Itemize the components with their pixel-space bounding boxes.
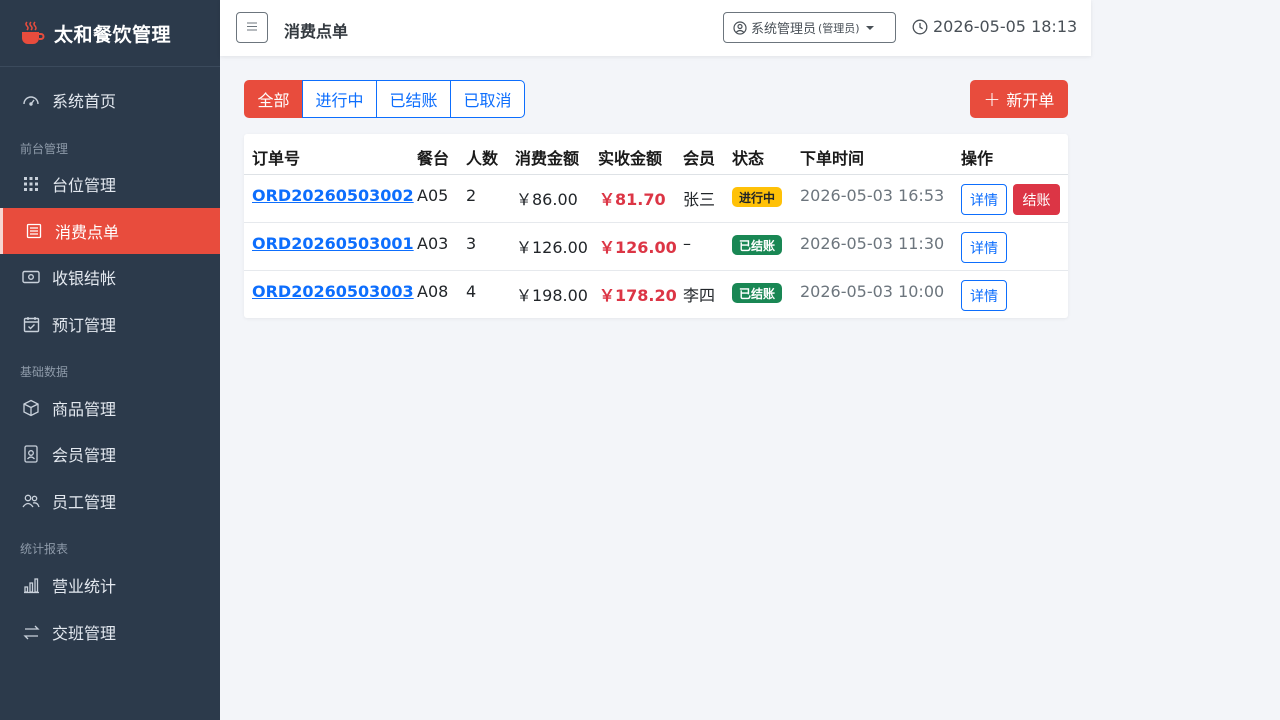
sidebar-item-members[interactable]: 会员管理	[0, 431, 220, 477]
column-header: 人数	[466, 149, 499, 168]
sidebar-item-cashier[interactable]: 收银结帐	[0, 254, 220, 300]
table-row: ORD20260503003 A08 4 ￥198.00 ￥178.20 李四 …	[244, 271, 1068, 319]
sidebar-item-label: 营业统计	[52, 577, 117, 596]
brand-title: 太和餐饮管理	[54, 23, 172, 46]
filter-settled-button[interactable]: 已结账	[376, 80, 451, 118]
detail-button[interactable]: 详情	[961, 280, 1007, 311]
sidebar-item-home[interactable]: 系统首页	[0, 77, 220, 123]
sidebar-item-label: 预订管理	[52, 316, 117, 335]
table-row: ORD20260503001 A03 3 ￥126.00 ￥126.00 – 已…	[244, 223, 1068, 271]
chevron-down-icon	[865, 25, 874, 30]
table-row: ORD20260503002 A05 2 ￥86.00 ￥81.70 张三 进行…	[244, 175, 1068, 223]
table-cell: 张三	[683, 190, 716, 209]
member-card-icon	[21, 444, 41, 464]
sidebar-item-label: 消费点单	[55, 223, 120, 242]
order-number-link[interactable]: ORD20260503002	[252, 186, 414, 205]
status-badge: 已结账	[732, 235, 783, 255]
cash-icon	[21, 267, 41, 287]
sidebar-item-label: 商品管理	[52, 400, 117, 419]
sidebar-item-tables[interactable]: 台位管理	[0, 161, 220, 207]
user-circle-icon	[733, 20, 747, 35]
orders-table: 订单号 餐台 人数 消费金额 实收金额 会员 状态 下单时间 操作 ORD202…	[244, 134, 1068, 318]
column-header: 餐台	[417, 149, 450, 168]
people-icon	[21, 491, 41, 511]
sidebar-item-label: 交班管理	[52, 624, 117, 643]
user-name: 系统管理员	[751, 22, 817, 37]
topbar: 消费点单 系统管理员 (管理员) 2026-05-05 18:13	[220, 0, 1091, 56]
table-cell: 2026-05-03 11:30	[800, 234, 945, 253]
table-cell: ￥126.00	[516, 238, 588, 257]
sidebar-item-reservation[interactable]: 预订管理	[0, 301, 220, 347]
sidebar-item-orders[interactable]: 消费点单	[0, 208, 220, 254]
table-cell: 2026-05-03 16:53	[800, 186, 945, 205]
sidebar-item-statistics[interactable]: 营业统计	[0, 562, 220, 608]
table-cell: ￥198.00	[516, 286, 588, 305]
section-reports: 统计报表	[20, 542, 69, 556]
sidebar-item-label: 员工管理	[52, 493, 117, 512]
detail-button[interactable]: 详情	[961, 184, 1007, 215]
filter-in-progress-button[interactable]: 进行中	[302, 80, 377, 118]
paid-amount: ￥178.20	[599, 286, 677, 305]
dashboard-gauge-icon	[21, 90, 41, 110]
column-header: 实收金额	[598, 149, 663, 168]
table-cell: 3	[466, 234, 477, 253]
box-icon	[21, 398, 41, 418]
filter-all-button[interactable]: 全部	[244, 80, 303, 118]
sidebar-item-label: 系统首页	[52, 92, 117, 111]
column-header: 下单时间	[800, 149, 865, 168]
column-header: 消费金额	[515, 149, 580, 168]
sidebar: 太和餐饮管理 系统首页 前台管理 台位管理 消费点单 收银结帐 预订管理 基础数…	[0, 0, 220, 720]
status-badge: 已结账	[732, 283, 783, 303]
checkout-button[interactable]: 结账	[1013, 184, 1060, 215]
sidebar-item-shift[interactable]: 交班管理	[0, 609, 220, 655]
menu-icon	[247, 20, 257, 35]
receipt-list-icon	[24, 221, 44, 241]
bar-chart-icon	[21, 575, 41, 595]
status-filter-group: 全部 进行中 已结账 已取消	[244, 80, 525, 118]
order-number-link[interactable]: ORD20260503001	[252, 234, 414, 253]
paid-amount: ￥126.00	[599, 238, 677, 257]
new-order-label: 新开单	[1006, 91, 1055, 110]
grid-icon	[21, 174, 41, 194]
coffee-cup-icon	[19, 20, 45, 46]
table-cell: 李四	[683, 286, 716, 305]
table-cell: ￥86.00	[516, 190, 578, 209]
calendar-check-icon	[21, 314, 41, 334]
datetime-text: 2026-05-05 18:13	[933, 17, 1078, 36]
clock-icon	[912, 19, 928, 35]
sidebar-item-label: 台位管理	[52, 176, 117, 195]
column-header: 状态	[732, 149, 765, 168]
user-dropdown-button[interactable]: 系统管理员 (管理员)	[723, 12, 896, 43]
table-cell: A08	[417, 282, 449, 301]
paid-amount: ￥81.70	[599, 190, 666, 209]
page-title: 消费点单	[284, 22, 349, 41]
sidebar-item-staff[interactable]: 员工管理	[0, 478, 220, 524]
user-role: (管理员)	[818, 21, 860, 35]
table-cell: A03	[417, 234, 449, 253]
filter-cancelled-button[interactable]: 已取消	[450, 80, 525, 118]
sidebar-item-label: 收银结帐	[52, 269, 117, 288]
section-front-desk: 前台管理	[20, 142, 69, 156]
new-order-button[interactable]: + 新开单	[970, 80, 1068, 118]
detail-button[interactable]: 详情	[961, 232, 1007, 263]
table-cell: A05	[417, 186, 449, 205]
column-header: 操作	[961, 149, 994, 168]
table-cell: 4	[466, 282, 477, 301]
sidebar-item-products[interactable]: 商品管理	[0, 385, 220, 431]
section-base-data: 基础数据	[20, 365, 69, 379]
swap-arrows-icon	[21, 622, 41, 642]
table-cell: –	[683, 234, 691, 253]
column-header: 会员	[683, 149, 716, 168]
current-datetime: 2026-05-05 18:13	[912, 17, 1077, 36]
sidebar-item-label: 会员管理	[52, 446, 117, 465]
table-cell: 2026-05-03 10:00	[800, 282, 945, 301]
brand[interactable]: 太和餐饮管理	[0, 0, 220, 67]
table-cell: 2	[466, 186, 477, 205]
order-number-link[interactable]: ORD20260503003	[252, 282, 414, 301]
plus-icon: +	[983, 87, 1001, 111]
status-badge: 进行中	[732, 187, 783, 207]
menu-toggle-button[interactable]	[236, 12, 268, 43]
column-header: 订单号	[252, 149, 301, 168]
